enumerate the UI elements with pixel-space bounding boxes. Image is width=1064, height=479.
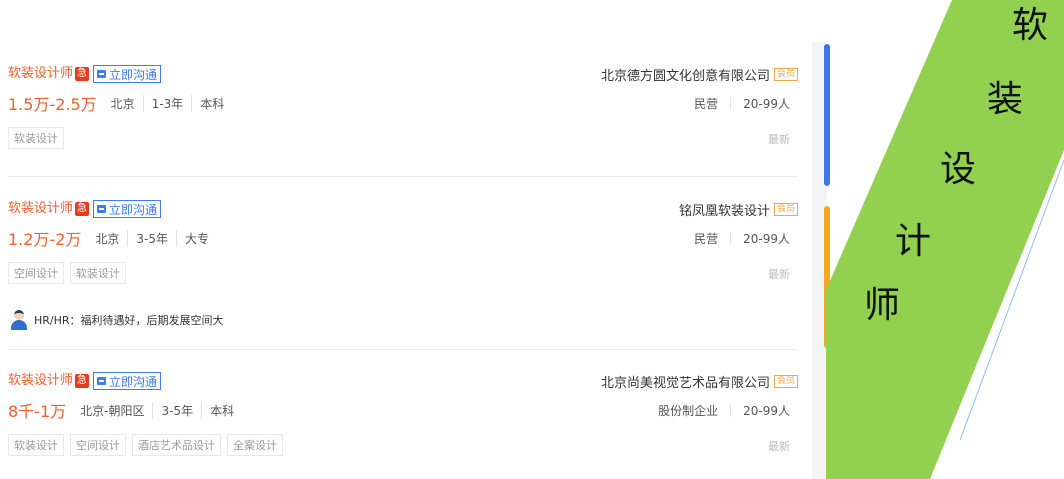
banner-char: 设 [940, 149, 977, 190]
banner-shape [826, 0, 1064, 479]
banner-char: 装 [987, 79, 1024, 120]
banner-char: 师 [864, 285, 901, 326]
banner-char: 计 [895, 221, 932, 262]
banner-char: 软 [1012, 5, 1049, 46]
